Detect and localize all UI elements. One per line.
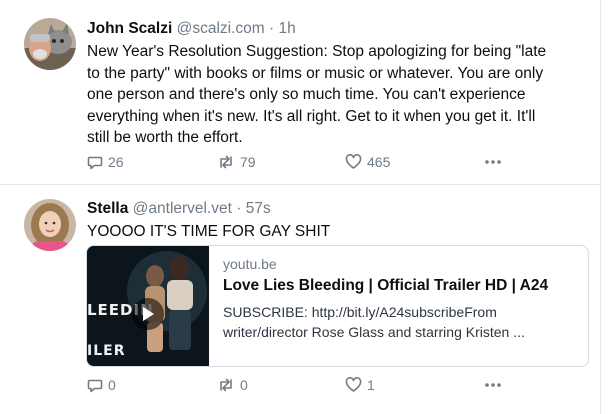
link-preview-card[interactable]: LEEDIN ILER youtu.be Love Lies Bleeding …: [86, 245, 589, 367]
avatar[interactable]: [24, 199, 76, 251]
repost-button[interactable]: 0: [217, 377, 248, 393]
more-dots-icon: [485, 383, 501, 387]
post[interactable]: Stella @antlervel.vet · 57s YOOOO IT'S T…: [0, 0, 609, 414]
link-description-line: SUBSCRIBE: http://bit.ly/A24subscribeFro…: [223, 304, 497, 320]
reply-count: 0: [108, 377, 116, 393]
heart-icon: [345, 377, 362, 392]
post-actions: 0 0 1: [87, 377, 507, 397]
link-description-line: writer/director Rose Glass and starring …: [223, 324, 525, 340]
author-handle[interactable]: @antlervel.vet: [133, 200, 232, 217]
play-button[interactable]: [132, 298, 164, 330]
feed-border: [600, 0, 601, 414]
link-title[interactable]: Love Lies Bleeding | Official Trailer HD…: [223, 277, 548, 295]
separator-dot: ·: [236, 200, 242, 217]
post-header: Stella @antlervel.vet · 57s: [87, 200, 271, 218]
feed: John Scalzi @scalzi.com · 1h New Year's …: [0, 0, 609, 414]
post-text-line: YOOOO IT'S TIME FOR GAY SHIT: [87, 223, 331, 240]
play-icon: [143, 307, 154, 321]
author-name[interactable]: Stella: [87, 200, 128, 217]
post-text: YOOOO IT'S TIME FOR GAY SHIT: [87, 221, 585, 243]
repost-arrows-icon: [220, 378, 232, 392]
reply-button[interactable]: 0: [87, 377, 116, 393]
link-description: SUBSCRIBE: http://bit.ly/A24subscribeFro…: [223, 302, 573, 342]
link-domain: youtu.be: [223, 256, 277, 272]
like-button[interactable]: 1: [345, 377, 375, 393]
thumbnail-subtitle-text: ILER: [87, 343, 126, 359]
post-time[interactable]: 57s: [246, 200, 271, 217]
repost-count: 0: [240, 377, 248, 393]
like-count: 1: [367, 377, 375, 393]
more-options-button[interactable]: [484, 378, 502, 392]
video-thumbnail[interactable]: LEEDIN ILER: [87, 246, 209, 366]
speech-bubble-icon: [87, 379, 103, 393]
